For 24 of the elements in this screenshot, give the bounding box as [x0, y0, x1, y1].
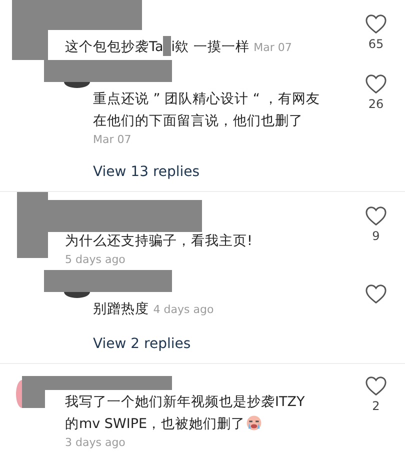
comment-time: Mar 07	[254, 41, 292, 54]
heart-icon[interactable]	[365, 284, 387, 304]
like-count: 9	[372, 229, 380, 243]
comment-text: 我写了一个她们新年视频也是抄袭ITZY的mv SWIPE，也被她们删了	[65, 394, 305, 432]
view-replies-link[interactable]: View 2 replies	[93, 336, 191, 352]
comment-text: 别蹭热度 4 days ago	[93, 301, 214, 317]
comment-time: 4 days ago	[153, 303, 214, 316]
like-count: 65	[368, 37, 384, 51]
comment-time: 5 days ago	[65, 252, 126, 268]
view-replies-link[interactable]: View 13 replies	[93, 164, 200, 180]
heart-icon[interactable]	[365, 206, 387, 226]
comment-text: 为什么还支持骗子，看我主页!	[65, 233, 252, 249]
heart-icon[interactable]	[365, 74, 387, 94]
like-count: 2	[372, 399, 380, 413]
redaction-block	[163, 36, 172, 56]
comment-text: 这个包包抄袭Ta i欸 一摸一样 Mar 07	[65, 39, 292, 55]
comment-text: 重点还说 ” 团队精心设计 “ ，有网友在他们的下面留言说，他们也删了	[93, 91, 320, 129]
heart-icon[interactable]	[365, 14, 387, 34]
heart-icon[interactable]	[365, 376, 387, 396]
comment-time: 3 days ago	[65, 435, 126, 451]
avatar[interactable]	[64, 82, 90, 88]
like-count: 26	[368, 97, 384, 111]
comment-time: Mar 07	[93, 132, 132, 148]
avatar[interactable]	[64, 292, 90, 298]
